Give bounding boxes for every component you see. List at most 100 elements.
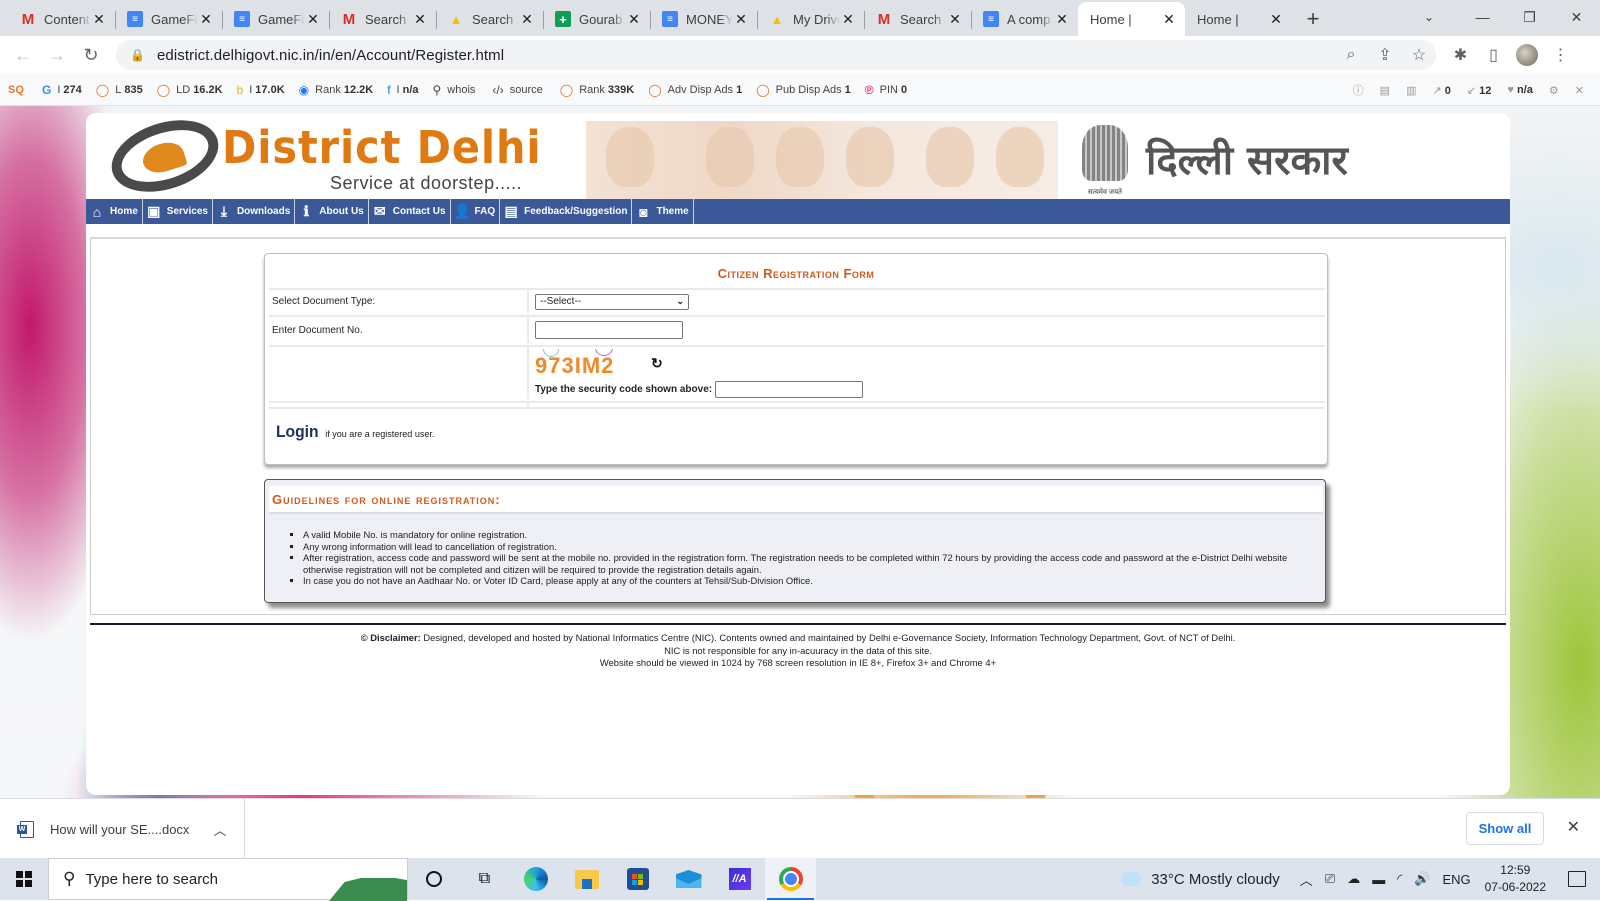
tab-close-icon[interactable]: ✕ — [1161, 11, 1177, 28]
browser-tab[interactable]: ▲ My Drive ✕ — [757, 2, 864, 36]
tab-close-icon[interactable]: ✕ — [1054, 11, 1070, 28]
seo-metric[interactable]: G I 274 — [42, 83, 82, 97]
volume-icon[interactable]: 🔊 — [1414, 871, 1430, 887]
wifi-icon[interactable]: ◜ — [1397, 871, 1402, 887]
start-button[interactable] — [0, 858, 48, 900]
tab-close-icon[interactable]: ✕ — [91, 11, 107, 28]
chrome-app[interactable] — [765, 858, 816, 900]
cortana-button[interactable] — [408, 858, 459, 900]
bookmark-star-icon[interactable]: ☆ — [1402, 45, 1436, 65]
language-indicator[interactable]: ENG — [1442, 872, 1470, 887]
url-text[interactable]: edistrict.delhigovt.nic.in/in/en/Account… — [157, 47, 1334, 64]
taskbar-search[interactable]: ⚲ Type here to search — [48, 858, 408, 901]
browser-tab[interactable]: + Gourab ✕ — [543, 2, 650, 36]
tab-close-icon[interactable]: ✕ — [198, 11, 214, 28]
tab-search-icon[interactable]: ⌄ — [1399, 0, 1459, 34]
lock-icon[interactable]: 🔒 — [130, 48, 145, 62]
store-app[interactable] — [612, 858, 663, 900]
document-type-select[interactable]: --Select-- ⌄ — [535, 293, 689, 310]
seo-metric[interactable]: ◯ L 835 — [96, 83, 143, 97]
document-no-input[interactable] — [535, 321, 683, 339]
profile-avatar[interactable] — [1516, 44, 1538, 66]
internal-links[interactable]: ↙ 12 — [1467, 84, 1492, 97]
nav-feedback-suggestion[interactable]: ▤ Feedback/Suggestion — [500, 199, 633, 224]
back-icon[interactable]: ← — [6, 38, 40, 72]
address-bar[interactable]: 🔒 edistrict.delhigovt.nic.in/in/en/Accou… — [116, 40, 1436, 70]
browser-tab[interactable]: ♜Home |✕ — [1185, 2, 1292, 36]
task-view-button[interactable]: ⧉ — [459, 858, 510, 900]
seo-settings-icon[interactable]: ⚙ — [1549, 84, 1559, 97]
show-hidden-icons-icon[interactable]: ︿ — [1300, 870, 1313, 889]
edge-app[interactable] — [510, 858, 561, 900]
nav-theme[interactable]: ◙ Theme — [632, 199, 694, 224]
file-explorer-app[interactable] — [561, 858, 612, 900]
minimize-icon[interactable]: — — [1459, 0, 1506, 34]
new-tab-button[interactable]: + — [1298, 2, 1328, 36]
tab-close-icon[interactable]: ✕ — [305, 11, 321, 28]
seo-metric[interactable]: ◯ Pub Disp Ads 1 — [756, 83, 851, 97]
edistrict-logo[interactable] — [102, 107, 228, 205]
browser-tab[interactable]: ▲ Search ✕ — [436, 2, 543, 36]
seo-metric[interactable]: ⚲ whois — [433, 83, 479, 97]
seo-close-icon[interactable]: ✕ — [1575, 84, 1584, 97]
seo-metric[interactable]: f In/a — [387, 83, 418, 97]
ma-app[interactable]: //A — [714, 858, 765, 900]
tab-close-icon[interactable]: ✕ — [1268, 11, 1284, 28]
search-highlight-image[interactable] — [329, 874, 407, 901]
report-icon[interactable]: ▥ — [1406, 84, 1416, 97]
forward-icon[interactable]: → — [40, 38, 74, 72]
download-item[interactable]: How will your SE....docx ︿ — [0, 799, 245, 859]
tab-close-icon[interactable]: ✕ — [947, 11, 963, 28]
seoquake-logo-icon[interactable]: SQ — [8, 84, 28, 96]
seo-metric[interactable]: ◯ Rank 339K — [560, 83, 634, 97]
browser-tab[interactable]: M Search ✕ — [864, 2, 971, 36]
seo-metric[interactable]: ℗ PIN 0 — [865, 83, 907, 97]
login-link[interactable]: Login — [276, 422, 319, 442]
info-icon[interactable]: ⓘ — [1353, 82, 1364, 98]
restore-icon[interactable]: ❐ — [1506, 0, 1553, 34]
close-shelf-icon[interactable]: ✕ — [1567, 817, 1580, 837]
tab-close-icon[interactable]: ✕ — [840, 11, 856, 28]
side-panel-icon[interactable]: ▯ — [1477, 45, 1510, 65]
notifications-icon[interactable] — [1568, 871, 1586, 887]
seo-metric[interactable]: ‹/› source — [492, 83, 545, 97]
nav-home[interactable]: ⌂ Home — [86, 199, 143, 224]
seo-metric[interactable]: b I 17.0K — [237, 83, 285, 97]
nav-contact-us[interactable]: ✉ Contact Us — [369, 199, 451, 224]
window-close-icon[interactable]: ✕ — [1553, 0, 1600, 34]
tab-close-icon[interactable]: ✕ — [519, 11, 535, 28]
browser-tab[interactable]: M Content ✕ — [8, 2, 115, 36]
tab-close-icon[interactable]: ✕ — [733, 11, 749, 28]
browser-tab[interactable]: ≡ GameFi ✕ — [222, 2, 329, 36]
mail-app[interactable] — [663, 858, 714, 900]
seo-metric[interactable]: ◯ LD 16.2K — [157, 83, 223, 97]
clock[interactable]: 12:59 07-06-2022 — [1485, 862, 1546, 896]
weather-text[interactable]: 33°C Mostly cloudy — [1151, 871, 1280, 888]
seo-metric[interactable]: ◯ Adv Disp Ads 1 — [648, 83, 742, 97]
security-code-input[interactable] — [715, 380, 864, 398]
chevron-up-icon[interactable]: ︿ — [213, 820, 226, 839]
density-icon[interactable]: ▤ — [1380, 84, 1390, 97]
browser-tab[interactable]: ≡ GameFi ✕ — [115, 2, 222, 36]
refresh-captcha-icon[interactable]: ↻ — [651, 355, 663, 372]
battery-icon[interactable]: ▬ — [1372, 872, 1385, 887]
zoom-icon[interactable]: ⌕ — [1334, 46, 1368, 64]
status-indicator[interactable]: ♥ n/a — [1507, 84, 1533, 96]
tab-close-icon[interactable]: ✕ — [412, 11, 428, 28]
meet-now-icon[interactable]: ⎚ — [1325, 871, 1335, 887]
menu-kebab-icon[interactable]: ⋮ — [1544, 45, 1577, 65]
tab-close-icon[interactable]: ✕ — [626, 11, 642, 28]
seo-metric[interactable]: ◉ Rank 12.2K — [299, 83, 374, 97]
extensions-icon[interactable]: ✱ — [1444, 45, 1477, 65]
nav-services[interactable]: ▣ Services — [143, 199, 213, 224]
share-icon[interactable]: ⇪ — [1368, 45, 1402, 65]
onedrive-icon[interactable]: ☁ — [1347, 871, 1360, 887]
weather-icon[interactable] — [1118, 867, 1142, 886]
external-links[interactable]: ↗ 0 — [1432, 84, 1450, 97]
reload-icon[interactable]: ↻ — [74, 38, 108, 72]
nav-faq[interactable]: 👤 FAQ — [451, 199, 501, 224]
download-file-name[interactable]: How will your SE....docx — [50, 822, 189, 837]
browser-tab[interactable]: ♜Home |✕ — [1078, 2, 1185, 36]
nav-about-us[interactable]: ℹ About Us — [295, 199, 369, 224]
browser-tab[interactable]: ≡ A comp ✕ — [971, 2, 1078, 36]
